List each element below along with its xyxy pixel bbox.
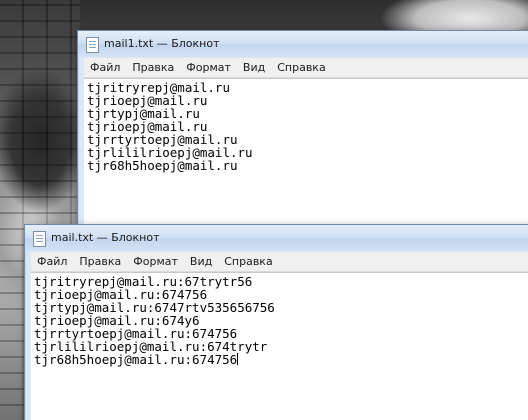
menu-format[interactable]: Формат [127,255,184,268]
text-caret [237,353,239,365]
text-editor-area[interactable]: tjritryrepj@mail.ru tjrioepj@mail.ru tjrty… [84,78,528,241]
text-line: tjr68h5hoepj@mail.ru [87,158,238,173]
notepad-window-mail1[interactable]: mail1.txt — Блокнот Файл Правка Формат В… [77,30,528,242]
window-title: mail.txt — Блокнот [51,231,160,244]
notepad-icon [33,231,46,247]
menu-edit[interactable]: Правка [73,255,127,268]
menu-bar: Файл Правка Формат Вид Справка [31,252,528,272]
text-editor-area[interactable]: tjritryrepj@mail.ru:67trytr56 tjrioepj@ma… [31,272,528,420]
menu-help[interactable]: Справка [271,61,331,74]
menu-help[interactable]: Справка [218,255,278,268]
title-bar[interactable]: mail1.txt — Блокнот [78,31,528,57]
menu-file[interactable]: Файл [31,255,73,268]
menu-edit[interactable]: Правка [126,61,180,74]
text-content: tjritryrepj@mail.ru:67trytr56 tjrioepj@ma… [31,273,528,366]
text-content: tjritryrepj@mail.ru tjrioepj@mail.ru tjrty… [84,79,528,172]
menu-format[interactable]: Формат [180,61,237,74]
menu-view[interactable]: Вид [184,255,218,268]
menu-bar: Файл Правка Формат Вид Справка [84,58,528,78]
title-bar[interactable]: mail.txt — Блокнот [25,225,528,251]
notepad-window-mail[interactable]: mail.txt — Блокнот Файл Правка Формат Ви… [24,224,528,420]
window-title: mail1.txt — Блокнот [104,37,220,50]
menu-view[interactable]: Вид [237,61,271,74]
notepad-icon [86,37,99,53]
menu-file[interactable]: Файл [84,61,126,74]
text-line: tjr68h5hoepj@mail.ru:674756 [34,352,238,367]
